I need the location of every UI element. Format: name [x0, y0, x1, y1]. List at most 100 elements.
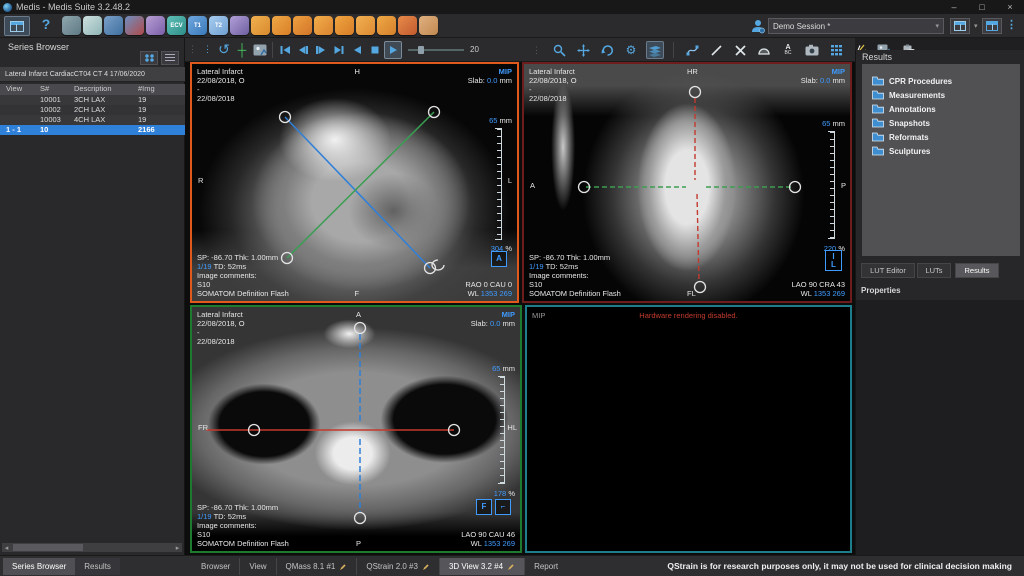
orientation-cube-icon[interactable]: A: [491, 251, 507, 267]
axis-line-blue[interactable]: [285, 117, 430, 268]
workspace-layout-button[interactable]: [4, 16, 30, 36]
slider-handle[interactable]: [418, 46, 424, 54]
tab-3d-view[interactable]: 3D View 3.2 #4: [439, 558, 524, 575]
maximize-button[interactable]: □: [968, 0, 996, 14]
tab-lut-editor[interactable]: LUT Editor: [861, 263, 915, 278]
line-tool-button[interactable]: [707, 41, 725, 59]
tab-results-bottom[interactable]: Results: [75, 558, 120, 575]
crosshair-handle[interactable]: [695, 282, 706, 293]
table-row[interactable]: 10003 4CH LAX 19: [0, 115, 185, 125]
column-view[interactable]: View: [6, 84, 22, 93]
spline-tool-button[interactable]: [683, 41, 701, 59]
table-row[interactable]: 10002 2CH LAX 19: [0, 105, 185, 115]
tree-item-measurements[interactable]: Measurements: [862, 88, 1020, 102]
reset-view-button[interactable]: ↺: [215, 41, 233, 59]
app-icon-qflow[interactable]: [230, 16, 249, 35]
snapshot-button[interactable]: [803, 41, 821, 59]
app-icon-orange-7[interactable]: [377, 16, 396, 35]
app-icon-ecv[interactable]: ECV: [167, 16, 186, 35]
previous-frame-button[interactable]: [294, 41, 312, 59]
empty-render-view[interactable]: [527, 307, 850, 551]
app-icon-t1[interactable]: T1: [188, 16, 207, 35]
next-frame-button[interactable]: [312, 41, 330, 59]
app-icon-orange-5[interactable]: [335, 16, 354, 35]
play-backward-button[interactable]: [348, 41, 366, 59]
scroll-left-icon[interactable]: ◂: [2, 544, 11, 552]
tree-item-reformats[interactable]: Reformats: [862, 130, 1020, 144]
play-button[interactable]: [384, 41, 402, 59]
reset-layout-button[interactable]: [982, 18, 1002, 34]
zoom-tool-button[interactable]: [550, 41, 568, 59]
app-icon-t2[interactable]: T2: [209, 16, 228, 35]
rotate-handle-icon[interactable]: [432, 260, 444, 270]
axis-line-green[interactable]: [287, 112, 434, 258]
app-icon-qvessel[interactable]: [83, 16, 102, 35]
app-icon-orange-1[interactable]: [251, 16, 270, 35]
pan-tool-button[interactable]: [574, 41, 592, 59]
orientation-corner-icon[interactable]: ⌐: [495, 499, 511, 515]
scrollbar-thumb[interactable]: [13, 544, 83, 551]
cross-tool-button[interactable]: [731, 41, 749, 59]
close-button[interactable]: ×: [996, 0, 1024, 14]
last-frame-button[interactable]: [330, 41, 348, 59]
app-icon-qangio[interactable]: [62, 16, 81, 35]
tab-results[interactable]: Results: [955, 263, 999, 278]
tab-report[interactable]: Report: [524, 558, 567, 575]
study-tab[interactable]: Lateral Infarct CardiacCT04 CT 4 17/06/2…: [0, 67, 185, 82]
tab-qmass[interactable]: QMass 8.1 #1: [276, 558, 357, 575]
viewport-top-right[interactable]: Lateral Infarct 22/08/2018, O - 22/08/20…: [522, 62, 852, 303]
tab-luts[interactable]: LUTs: [917, 263, 951, 278]
app-icon-orange-4[interactable]: [314, 16, 333, 35]
grid-layout-button[interactable]: [827, 41, 845, 59]
tree-item-sculptures[interactable]: Sculptures: [862, 144, 1020, 158]
minimize-button[interactable]: –: [940, 0, 968, 14]
session-selector[interactable]: Demo Session * ▾: [768, 18, 944, 34]
app-icon-qstrain[interactable]: [146, 16, 165, 35]
column-series-number[interactable]: S#: [40, 84, 49, 93]
app-icon-qmass[interactable]: [125, 16, 144, 35]
crosshair-toggle-button[interactable]: ┼: [233, 41, 251, 59]
tree-item-cpr-procedures[interactable]: CPR Procedures: [862, 74, 1020, 88]
viewport-bottom-left[interactable]: Lateral Infarct 22/08/2018, O - 22/08/20…: [190, 305, 522, 553]
crosshair-handle[interactable]: [355, 323, 366, 334]
column-description[interactable]: Description: [74, 84, 112, 93]
tab-browser[interactable]: Browser: [192, 558, 239, 575]
reference-image-button[interactable]: [251, 41, 269, 59]
app-icon-orange-2[interactable]: [272, 16, 291, 35]
table-row-selected[interactable]: 1 - 1 10 2166: [0, 125, 185, 135]
display-settings-button[interactable]: ⚙: [622, 41, 640, 59]
crosshair-handle[interactable]: [355, 513, 366, 524]
layout-chevron-icon[interactable]: ▾: [974, 22, 978, 30]
app-icon-orange-6[interactable]: [356, 16, 375, 35]
slab-tool-button[interactable]: [646, 41, 664, 59]
axis-line-red[interactable]: [697, 194, 699, 282]
tab-view[interactable]: View: [239, 558, 275, 575]
app-icon-report[interactable]: [419, 16, 438, 35]
undo-button[interactable]: [598, 41, 616, 59]
tree-item-snapshots[interactable]: Snapshots: [862, 116, 1020, 130]
scroll-right-icon[interactable]: ▸: [173, 544, 182, 552]
list-view-button[interactable]: [161, 51, 179, 65]
app-icon-qbrain[interactable]: [104, 16, 123, 35]
thumbnail-view-button[interactable]: [140, 51, 158, 65]
maximize-layout-button[interactable]: [950, 18, 970, 34]
speed-slider[interactable]: [408, 41, 464, 59]
column-image-count[interactable]: #Img: [138, 84, 155, 93]
crosshair-handle[interactable]: [690, 87, 701, 98]
text-annotation-button[interactable]: ABC: [779, 41, 797, 59]
tab-series-browser[interactable]: Series Browser: [3, 558, 75, 575]
app-icon-orange-3[interactable]: [293, 16, 312, 35]
crosshair-handle[interactable]: [790, 182, 801, 193]
orientation-cube-icon[interactable]: F: [476, 499, 492, 515]
help-button[interactable]: ?: [38, 16, 54, 36]
viewport-top-left[interactable]: Lateral Infarct 22/08/2018, O - 22/08/20…: [190, 62, 519, 303]
transport-menu-icon[interactable]: ⋮: [203, 44, 212, 55]
app-icon-3dview[interactable]: [398, 16, 417, 35]
viewport-bottom-right[interactable]: MIP Hardware rendering disabled.: [525, 305, 852, 553]
overflow-menu-icon[interactable]: ⋮: [1006, 18, 1017, 31]
tree-item-annotations[interactable]: Annotations: [862, 102, 1020, 116]
orientation-cube-icon[interactable]: I L: [825, 250, 842, 271]
table-row[interactable]: 10001 3CH LAX 19: [0, 95, 185, 105]
stop-button[interactable]: [366, 41, 384, 59]
tab-qstrain[interactable]: QStrain 2.0 #3: [356, 558, 439, 575]
